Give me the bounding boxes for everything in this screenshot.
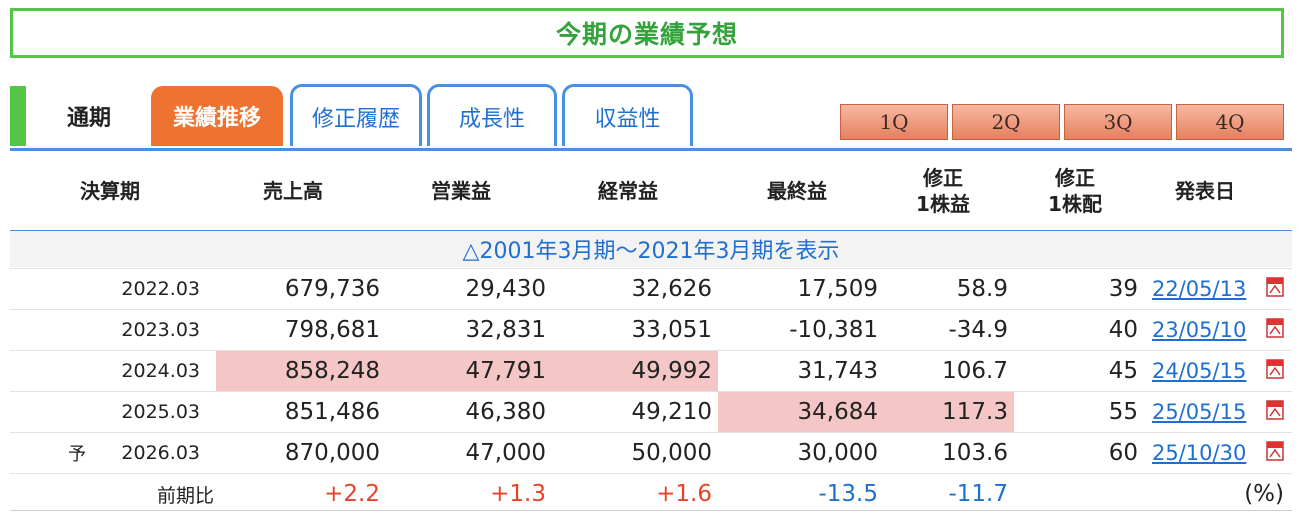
- section-title: 今期の業績予想: [555, 20, 738, 49]
- quarter-3q-button[interactable]: 3Q: [1064, 104, 1172, 140]
- tab-fiscal-year[interactable]: 通期: [34, 86, 144, 146]
- table-row: 2022.03 679,736 29,430 32,626 17,509 58.…: [10, 268, 1292, 309]
- cell-sales: 679,736: [284, 276, 380, 302]
- pdf-icon[interactable]: [1266, 318, 1284, 338]
- header-eps-line2: 1株益: [916, 192, 970, 216]
- cell-yoy-ordinary-profit: +1.6: [656, 481, 712, 507]
- header-announce-date: 発表日: [1175, 179, 1235, 203]
- table-row-forecast: 予 2026.03 870,000 47,000 50,000 30,000 1…: [10, 432, 1292, 473]
- cell-yoy-net-profit: -13.5: [818, 481, 878, 507]
- cell-net-profit: 31,743: [797, 358, 878, 384]
- header-sales: 売上高: [263, 179, 323, 203]
- cell-operating-profit: 47,791: [386, 351, 552, 391]
- cell-net-profit: 34,684: [718, 392, 884, 432]
- table-row: 2023.03 798,681 32,831 33,051 -10,381 -3…: [10, 309, 1292, 350]
- cell-period: 2023.03: [121, 319, 200, 341]
- cell-operating-profit: 29,430: [465, 276, 546, 302]
- cell-dividend: 45: [1108, 358, 1138, 384]
- header-div-line2: 1株配: [1048, 192, 1102, 216]
- pdf-icon[interactable]: [1266, 441, 1284, 461]
- announce-date-link[interactable]: 25/10/30: [1152, 433, 1246, 473]
- header-ordinary-profit: 経常益: [598, 179, 658, 203]
- cell-eps: -34.9: [948, 317, 1008, 343]
- header-dividend: 修正 1株配: [1020, 155, 1130, 227]
- cell-eps: 58.9: [956, 276, 1008, 302]
- expand-history-label: △2001年3月期～2021年3月期を表示: [462, 239, 840, 264]
- cell-period: 2022.03: [121, 278, 200, 300]
- tab-growth[interactable]: 成長性: [427, 84, 557, 146]
- section-title-box: 今期の業績予想: [10, 8, 1284, 58]
- cell-ordinary-profit: 49,992: [552, 351, 718, 391]
- pdf-icon[interactable]: [1266, 400, 1284, 420]
- header-net-profit: 最終益: [767, 179, 827, 203]
- header-operating-profit: 営業益: [431, 179, 491, 203]
- header-period: 決算期: [80, 179, 140, 203]
- cell-operating-profit: 47,000: [465, 440, 546, 466]
- cell-ordinary-profit: 33,051: [631, 317, 712, 343]
- cell-net-profit: -10,381: [789, 317, 878, 343]
- cell-ordinary-profit: 49,210: [631, 399, 712, 425]
- cell-sales: 851,486: [284, 399, 380, 425]
- table-row-yoy: 前期比 +2.2 +1.3 +1.6 -13.5 -11.7 (%): [10, 473, 1292, 514]
- tab-performance-trend[interactable]: 業績推移: [151, 86, 283, 146]
- table-row: 2025.03 851,486 46,380 49,210 34,684 117…: [10, 391, 1292, 432]
- announce-date-link[interactable]: 23/05/10: [1152, 310, 1246, 350]
- announce-date-link[interactable]: 25/05/15: [1152, 392, 1246, 432]
- table-row: 2024.03 858,248 47,791 49,992 31,743 106…: [10, 350, 1292, 391]
- cell-period: 2025.03: [121, 401, 200, 423]
- cell-yoy-unit: (%): [1244, 481, 1284, 507]
- header-eps-line1: 修正: [923, 166, 963, 190]
- cell-dividend: 39: [1108, 276, 1138, 302]
- cell-ordinary-profit: 32,626: [631, 276, 712, 302]
- header-div-line1: 修正: [1055, 166, 1095, 190]
- cell-ordinary-profit: 50,000: [631, 440, 712, 466]
- tab-profitability[interactable]: 収益性: [562, 84, 693, 146]
- accent-bar: [10, 86, 26, 146]
- quarter-4q-button[interactable]: 4Q: [1176, 104, 1284, 140]
- quarter-1q-button[interactable]: 1Q: [840, 104, 948, 140]
- cell-sales: 870,000: [284, 440, 380, 466]
- table-bottom-border: [10, 510, 1292, 511]
- announce-date-link[interactable]: 24/05/15: [1152, 351, 1246, 391]
- cell-operating-profit: 46,380: [465, 399, 546, 425]
- tab-revision-history[interactable]: 修正履歴: [290, 84, 422, 146]
- cell-period: 2024.03: [121, 360, 200, 382]
- header-eps: 修正 1株益: [888, 155, 998, 227]
- pdf-icon[interactable]: [1266, 277, 1284, 297]
- tab-bar: 通期 業績推移 修正履歴 成長性 収益性 1Q 2Q 3Q 4Q: [10, 82, 1292, 150]
- cell-yoy-label: 前期比: [156, 484, 214, 507]
- cell-net-profit: 30,000: [797, 440, 878, 466]
- cell-yoy-eps: -11.7: [948, 481, 1008, 507]
- pdf-icon[interactable]: [1266, 359, 1284, 379]
- expand-history-link[interactable]: △2001年3月期～2021年3月期を表示: [10, 231, 1292, 267]
- cell-net-profit: 17,509: [797, 276, 878, 302]
- cell-operating-profit: 32,831: [465, 317, 546, 343]
- announce-date-link[interactable]: 22/05/13: [1152, 269, 1246, 309]
- cell-sales: 798,681: [284, 317, 380, 343]
- quarter-2q-button[interactable]: 2Q: [952, 104, 1060, 140]
- cell-period: 2026.03: [121, 442, 200, 464]
- cell-eps: 106.7: [942, 358, 1008, 384]
- cell-eps: 103.6: [942, 440, 1008, 466]
- cell-yoy-sales: +2.2: [324, 481, 380, 507]
- cell-sales: 858,248: [216, 351, 386, 391]
- cell-dividend: 55: [1108, 399, 1138, 425]
- tab-underline: [10, 148, 1292, 151]
- cell-dividend: 40: [1108, 317, 1138, 343]
- cell-eps: 117.3: [884, 392, 1014, 432]
- cell-yoy-operating-profit: +1.3: [490, 481, 546, 507]
- cell-dividend: 60: [1108, 440, 1138, 466]
